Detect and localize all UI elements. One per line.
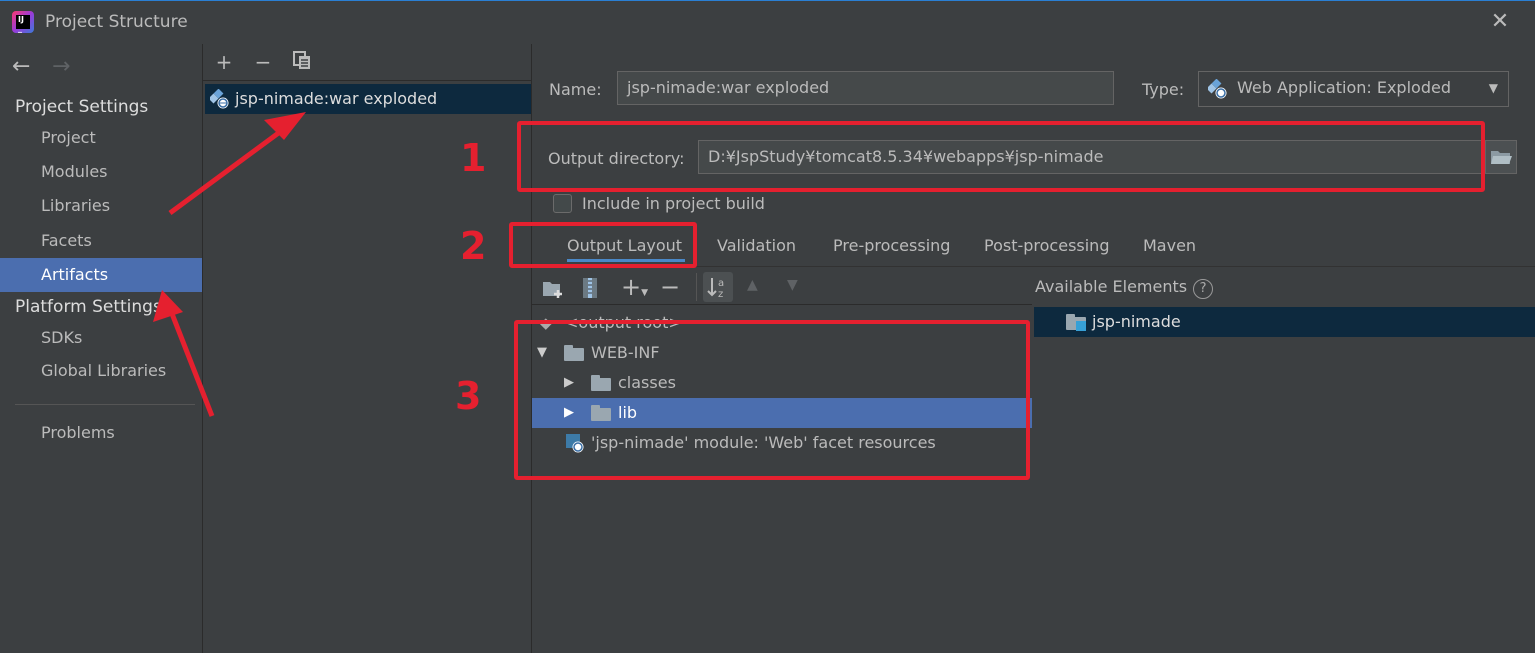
arrow-to-artifacts-nav-head [153, 290, 183, 322]
arrow-to-artifact-line [168, 123, 290, 216]
annotation-arrows [153, 112, 306, 417]
arrow-to-artifact-head [264, 112, 306, 140]
arrow-to-artifacts-nav-line [166, 305, 215, 417]
